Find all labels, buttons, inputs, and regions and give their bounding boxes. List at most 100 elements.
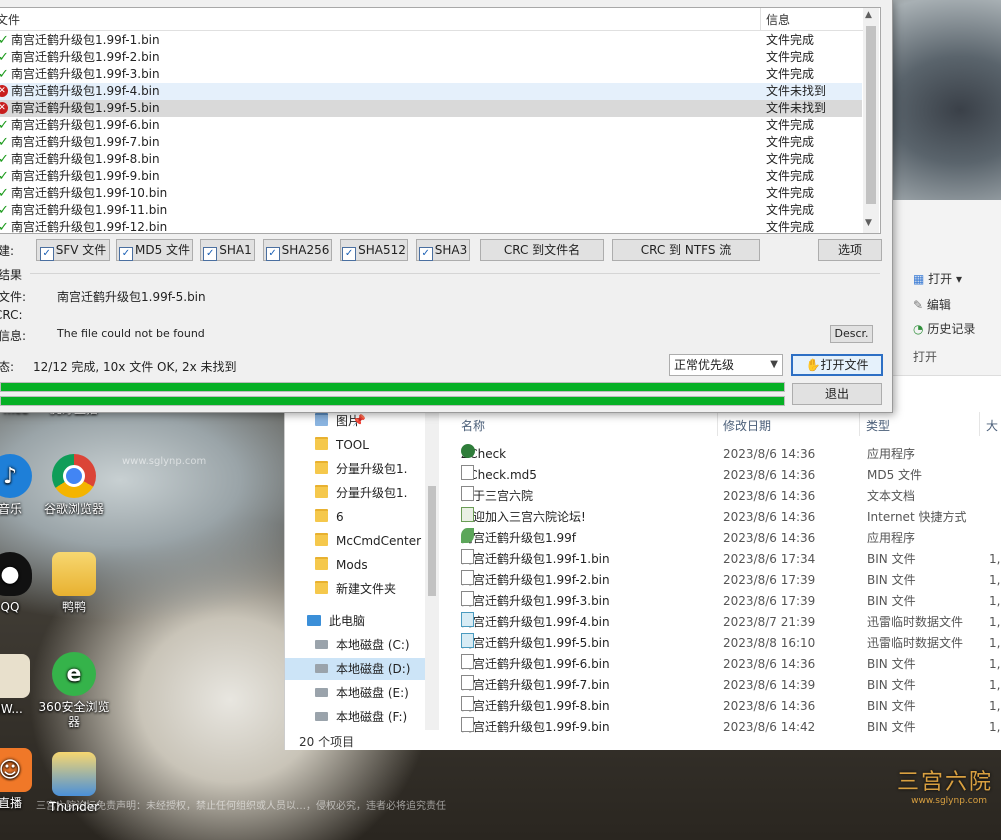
ribbon-history-button[interactable]: ◔ 历史记录 [913,320,975,337]
file-icon [461,570,474,585]
list-item[interactable]: ✓南宫迁鹤升级包1.99f-9.bin 文件完成 [0,168,862,185]
logo-url: www.sglynp.com [911,796,987,806]
nav-item-pictures[interactable]: 图片 📌 [315,410,366,432]
nav-item-drive-e[interactable]: 本地磁盘 (E:) [315,682,409,704]
table-row[interactable]: 南宫迁鹤升级包1.99f-9.bin 2023/8/6 14:42 BIN 文件 1,… [461,717,1001,738]
open-file-button[interactable]: ✋打开文件 [791,354,883,376]
table-row[interactable]: 南宫迁鹤升级包1.99f 2023/8/6 14:36 应用程序 [461,528,1001,549]
qq-icon: ● [0,552,32,596]
file-icon [461,654,474,669]
file-name: 南宫迁鹤升级包1.99f-5.bin [461,636,610,650]
table-row[interactable]: ZCheck.md5 2023/8/6 14:36 MD5 文件 [461,465,1001,486]
create-sha256-button[interactable]: ✓ SHA256 [263,239,332,261]
table-row[interactable]: 南宫迁鹤升级包1.99f-2.bin 2023/8/6 17:39 BIN 文件 1,… [461,570,1001,591]
table-row[interactable]: 南宫迁鹤升级包1.99f-6.bin 2023/8/6 14:36 BIN 文件 1,… [461,654,1001,675]
folder-icon [315,581,328,594]
file-name: 南宫迁鹤升级包1.99f-4.bin [461,615,610,629]
scroll-thumb[interactable] [866,26,876,204]
table-row[interactable]: ZCheck 2023/8/6 14:36 应用程序 [461,444,1001,465]
list-item[interactable]: ✓南宫迁鹤升级包1.99f-10.bin 文件完成 [0,185,862,202]
table-row[interactable]: 南宫迁鹤升级包1.99f-1.bin 2023/8/6 17:34 BIN 文件 1,… [461,549,1001,570]
table-row[interactable]: 南宫迁鹤升级包1.99f-7.bin 2023/8/6 14:39 BIN 文件 1,… [461,675,1001,696]
nav-item-mods[interactable]: Mods [315,554,368,576]
list-item[interactable]: ✕南宫迁鹤升级包1.99f-4.bin 文件未找到 [0,83,862,100]
nav-item-6[interactable]: 6 [315,506,344,528]
list-item[interactable]: ✓南宫迁鹤升级包1.99f-1.bin 文件完成 [0,32,862,49]
nav-item-this-pc[interactable]: 此电脑 [307,610,365,632]
check-icon: ✓ [0,168,9,185]
crc-to-filename-button[interactable]: CRC 到文件名 [480,239,604,261]
list-scrollbar[interactable]: ▲ ▼ [863,8,879,233]
scroll-thumb[interactable] [428,486,436,596]
column-header-name[interactable]: 名称 [461,417,485,434]
list-header-file[interactable]: 文件 [0,11,20,28]
crc-to-ntfs-button[interactable]: CRC 到 NTFS 流 [612,239,760,261]
options-button[interactable]: 选项 [818,239,882,261]
nav-item-label: 本地磁盘 (F:) [336,710,408,724]
scroll-up-icon[interactable]: ▲ [865,10,872,20]
column-separator[interactable] [979,412,980,436]
list-item[interactable]: ✕南宫迁鹤升级包1.99f-5.bin 文件未找到 [0,100,862,117]
ribbon-edit-button[interactable]: ✎ 编辑 [913,296,951,313]
create-sha3-button[interactable]: ✓ SHA3 [416,239,470,261]
leaf-icon [461,528,474,543]
column-header-size[interactable]: 大 [986,417,998,434]
desktop-icon-chrome[interactable]: 谷歌浏览器 [38,454,110,517]
desktop-icon-label: 直播 [0,796,22,810]
file-name-cell: ZCheck [461,444,506,465]
list-item[interactable]: ✓南宫迁鹤升级包1.99f-2.bin 文件完成 [0,49,862,66]
desktop-icon-folder[interactable]: 鸭鸭 [38,552,110,615]
list-item[interactable]: ✓南宫迁鹤升级包1.99f-3.bin 文件完成 [0,66,862,83]
priority-select[interactable]: 正常优先级 ▼ [669,354,783,376]
descr-button[interactable]: Descr. [830,325,873,343]
table-row[interactable]: 欢迎加入三宫六院论坛! 2023/8/6 14:36 Internet 快捷方式 [461,507,1001,528]
list-item[interactable]: ✓南宫迁鹤升级包1.99f-11.bin 文件完成 [0,202,862,219]
nav-item-tool[interactable]: TOOL [315,434,369,456]
table-row[interactable]: 南宫迁鹤升级包1.99f-4.bin 2023/8/7 21:39 迅雷临时数据文件… [461,612,1001,633]
file-name: 南宫迁鹤升级包1.99f-1.bin [461,552,610,566]
nav-item-drive-f[interactable]: 本地磁盘 (F:) [315,706,407,728]
progress-bar-bottom [1,397,784,405]
watermark: www.sglynp.com [122,456,207,467]
file-size: 1,5 [989,573,1001,587]
result-file-label: 文件: [0,290,27,304]
file-date: 2023/8/8 16:10 [723,636,816,650]
nav-item-upgrade-pack-2[interactable]: 分量升级包1. [315,482,407,504]
nav-item-drive-c[interactable]: 本地磁盘 (C:) [315,634,410,656]
create-sha1-button[interactable]: ✓ SHA1 [200,239,255,261]
column-separator[interactable] [717,412,718,436]
check-icon: ✓ [265,247,280,261]
list-header-info[interactable]: 信息 [766,11,790,28]
ribbon-open-button[interactable]: ▦ 打开 ▾ [913,270,962,287]
nav-item-mccmdcenter[interactable]: McCmdCenter [315,530,421,552]
folder-icon [315,557,328,570]
nav-item-drive-d[interactable]: 本地磁盘 (D:) [285,658,439,680]
nav-item-new-folder[interactable]: 新建文件夹 [315,578,396,600]
list-item[interactable]: ✓南宫迁鹤升级包1.99f-6.bin 文件完成 [0,117,862,134]
table-row[interactable]: 南宫迁鹤升级包1.99f-5.bin 2023/8/8 16:10 迅雷临时数据文件… [461,633,1001,654]
table-row[interactable]: 南宫迁鹤升级包1.99f-3.bin 2023/8/6 17:39 BIN 文件 1,… [461,591,1001,612]
create-sha512-button[interactable]: ✓ SHA512 [340,239,408,261]
table-row[interactable]: 南宫迁鹤升级包1.99f-8.bin 2023/8/6 14:36 BIN 文件 1,… [461,696,1001,717]
file-name-cell: 南宫迁鹤升级包1.99f-5.bin [461,633,610,654]
column-header-type[interactable]: 类型 [866,417,890,434]
nav-scrollbar[interactable] [425,412,439,730]
list-item[interactable]: ✓南宫迁鹤升级包1.99f-7.bin 文件完成 [0,134,862,151]
table-row[interactable]: 关于三宫六院 2023/8/6 14:36 文本文档 [461,486,1001,507]
nav-item-upgrade-pack-1[interactable]: 分量升级包1. [315,458,407,480]
file-size: 1,5 [989,615,1001,629]
create-md5-button[interactable]: ✓ MD5 文件 [116,239,193,261]
file-type: BIN 文件 [867,678,916,692]
list-item[interactable]: ✓南宫迁鹤升级包1.99f-8.bin 文件完成 [0,151,862,168]
list-item[interactable]: ✓南宫迁鹤升级包1.99f-12.bin 文件完成 [0,219,862,233]
column-header-modified[interactable]: 修改日期 [723,417,771,434]
live-icon: ☺ [0,748,32,792]
scroll-down-icon[interactable]: ▼ [865,218,872,228]
result-file-value: 南宫迁鹤升级包1.99f-5.bin [57,290,206,304]
column-separator[interactable] [760,8,761,30]
file-type: BIN 文件 [867,657,916,671]
column-separator[interactable] [859,412,860,436]
desktop-icon-360-browser[interactable]: e 360安全浏览器 [38,652,110,730]
create-sfv-button[interactable]: ✓ SFV 文件 [36,239,110,261]
exit-button[interactable]: 退出 [792,383,882,405]
